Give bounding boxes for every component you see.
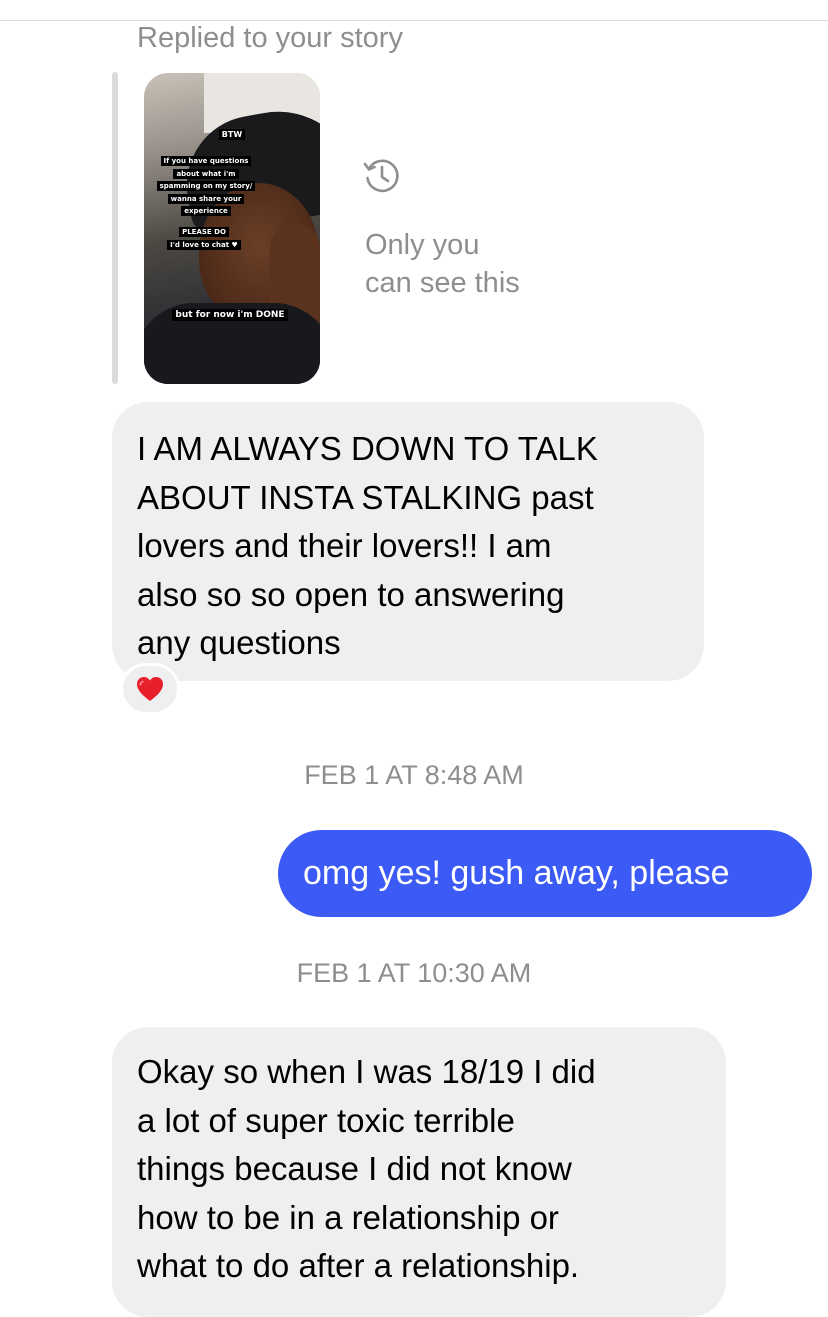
story-text-done: but for now i'm DONE	[144, 309, 318, 321]
heart-reaction[interactable]	[120, 663, 180, 715]
message-line: how to be in a relationship or	[137, 1198, 559, 1236]
sent-message-bubble[interactable]: omg yes! gush away, please	[278, 830, 812, 917]
message-line: a lot of super toxic terrible	[137, 1101, 515, 1139]
message-text: omg yes! gush away, please	[303, 854, 730, 892]
received-message-bubble[interactable]: Okay so when I was 18/19 I did a lot of …	[112, 1027, 726, 1317]
message-line: Okay so when I was 18/19 I did	[137, 1053, 596, 1090]
replied-to-story-label: Replied to your story	[137, 22, 403, 54]
received-message-bubble[interactable]: I AM ALWAYS DOWN TO TALK ABOUT INSTA STA…	[112, 402, 704, 681]
message-line: what to do after a relationship.	[137, 1247, 580, 1284]
history-icon	[363, 159, 399, 193]
timestamp: FEB 1 AT 10:30 AM	[296, 958, 532, 988]
story-text-btw: BTW	[144, 129, 320, 141]
reply-quote-bar	[112, 72, 118, 384]
message-line: things because I did not know	[137, 1150, 572, 1187]
message-line: any questions	[137, 624, 341, 661]
heart-icon	[137, 677, 163, 701]
story-text-questions: If you have questions about what i'm spa…	[144, 155, 294, 218]
top-divider	[0, 20, 828, 21]
story-thumbnail[interactable]: BTW If you have questions about what i'm…	[144, 73, 320, 384]
timestamp: FEB 1 AT 8:48 AM	[304, 760, 524, 790]
visibility-note: Only you can see this	[365, 229, 520, 299]
story-text-please: PLEASE DO I'd love to chat ♥	[144, 226, 292, 251]
message-line: lovers and their lovers!! I am	[137, 527, 552, 564]
message-line: also so so open to answering	[137, 575, 565, 613]
message-line: ABOUT INSTA STALKING past	[137, 478, 594, 516]
message-line: I AM ALWAYS DOWN TO TALK	[137, 430, 598, 467]
previous-content-edge	[200, 0, 320, 4]
